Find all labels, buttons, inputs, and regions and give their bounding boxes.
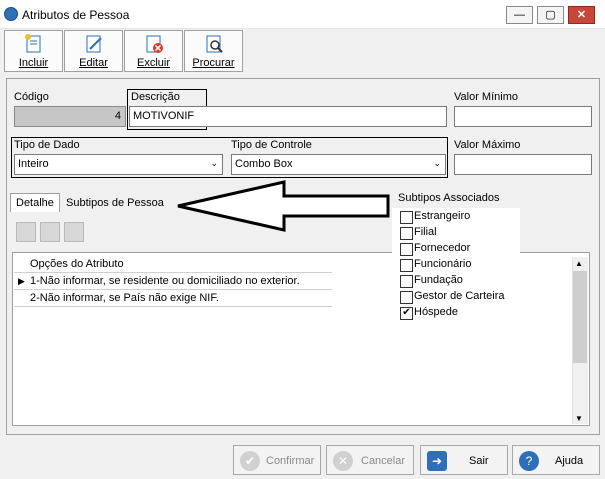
procurar-button[interactable]: Procurar (184, 30, 243, 72)
tipo-dado-select[interactable]: Inteiro ⌄ (14, 154, 223, 175)
chevron-down-icon: ⌄ (210, 158, 218, 168)
confirmar-button[interactable]: ✔ Confirmar (233, 445, 321, 475)
x-circle-icon: ✕ (333, 451, 353, 471)
subtipos-title: Subtipos Associados (398, 192, 500, 204)
table-row[interactable]: 2-Não informar, se País não exige NIF. (14, 290, 332, 307)
tipo-controle-value: Combo Box (235, 158, 293, 170)
confirmar-label: Confirmar (266, 455, 315, 467)
editar-button[interactable]: Editar (64, 30, 123, 72)
checkbox-box[interactable] (400, 227, 413, 240)
tipo-controle-label: Tipo de Controle (231, 139, 312, 151)
grid-header: Opções do Atributo (14, 256, 332, 273)
incluir-label: Incluir (18, 57, 49, 69)
sair-button[interactable]: ➜ Sair (420, 445, 508, 475)
descricao-label: Descrição (131, 91, 180, 103)
ajuda-button[interactable]: ? Ajuda (512, 445, 600, 475)
checkbox-funcionario[interactable]: Funcionário (400, 257, 520, 273)
excluir-label: Excluir (136, 57, 170, 69)
checkbox-fundacao[interactable]: Fundação (400, 273, 520, 289)
row-indicator-icon: ▶ (18, 276, 25, 286)
tipo-controle-select[interactable]: Combo Box ⌄ (231, 154, 446, 175)
delete-document-icon (146, 35, 163, 53)
checkbox-label: Fornecedor (414, 242, 471, 254)
search-icon (206, 35, 223, 53)
scroll-down-icon[interactable]: ▼ (575, 414, 583, 423)
checkbox-label: Hóspede (414, 306, 459, 318)
maximize-button[interactable]: ▢ (537, 6, 564, 24)
grid-delete-icon[interactable] (64, 222, 84, 242)
cancelar-label: Cancelar (361, 455, 406, 467)
app-icon (4, 7, 18, 21)
tipo-dado-label: Tipo de Dado (14, 139, 80, 151)
cancelar-button[interactable]: ✕ Cancelar (326, 445, 414, 475)
tab-detalhe[interactable]: Detalhe (10, 193, 60, 212)
checkbox-label: Fundação (414, 274, 463, 286)
minimize-button[interactable]: — (506, 6, 533, 24)
checkbox-estrangeiro[interactable]: Estrangeiro (400, 209, 520, 225)
valor-minimo-label: Valor Mínimo (454, 91, 518, 103)
checkbox-filial[interactable]: Filial (400, 225, 520, 241)
edit-document-icon (86, 35, 102, 53)
sair-label: Sair (469, 455, 489, 467)
window-title: Atributos de Pessoa (22, 8, 130, 22)
codigo-label: Código (14, 91, 49, 103)
ajuda-label: Ajuda (555, 455, 584, 467)
check-icon: ✔ (240, 451, 260, 471)
valor-minimo-input[interactable] (454, 106, 592, 127)
help-icon: ? (519, 451, 539, 471)
checkbox-label: Estrangeiro (414, 210, 471, 222)
table-row[interactable]: 1-Não informar, se residente ou domicili… (14, 273, 332, 290)
checkbox-hospede[interactable]: ✔ Hóspede (400, 305, 520, 321)
excluir-button[interactable]: Excluir (124, 30, 183, 72)
close-button[interactable]: ✕ (568, 6, 595, 24)
scrollbar-thumb[interactable] (573, 271, 587, 363)
checkbox-box[interactable] (400, 259, 413, 272)
checkbox-label: Filial (414, 226, 437, 238)
checkbox-label: Funcionário (414, 258, 472, 270)
scroll-up-icon[interactable]: ▲ (575, 259, 583, 268)
checkbox-box[interactable] (400, 291, 413, 304)
checkbox-fornecedor[interactable]: Fornecedor (400, 241, 520, 257)
checkbox-box[interactable] (400, 243, 413, 256)
checkbox-label: Gestor de Carteira (414, 290, 505, 302)
codigo-field: 4 (14, 106, 126, 127)
checkbox-gestor-carteira[interactable]: Gestor de Carteira (400, 289, 520, 305)
checkbox-box[interactable]: ✔ (400, 307, 413, 320)
checkbox-box[interactable] (400, 211, 413, 224)
valor-maximo-input[interactable] (454, 154, 592, 175)
descricao-input[interactable]: MOTIVONIF (129, 106, 447, 127)
row-text: 2-Não informar, se País não exige NIF. (30, 292, 219, 304)
grid-edit-icon[interactable] (40, 222, 60, 242)
editar-label: Editar (79, 57, 108, 69)
checkbox-box[interactable] (400, 275, 413, 288)
valor-maximo-label: Valor Máximo (454, 139, 521, 151)
exit-door-icon: ➜ (427, 451, 447, 471)
procurar-label: Procurar (192, 57, 235, 69)
row-text: 1-Não informar, se residente ou domicili… (30, 275, 300, 287)
chevron-down-icon: ⌄ (433, 158, 441, 168)
incluir-button[interactable]: Incluir (4, 30, 63, 72)
new-document-icon (25, 34, 41, 53)
arrow-annotation-icon (177, 180, 390, 232)
tab-subtipos[interactable]: Subtipos de Pessoa (61, 194, 169, 212)
grid-new-icon[interactable] (16, 222, 36, 242)
tipo-dado-value: Inteiro (18, 158, 49, 170)
